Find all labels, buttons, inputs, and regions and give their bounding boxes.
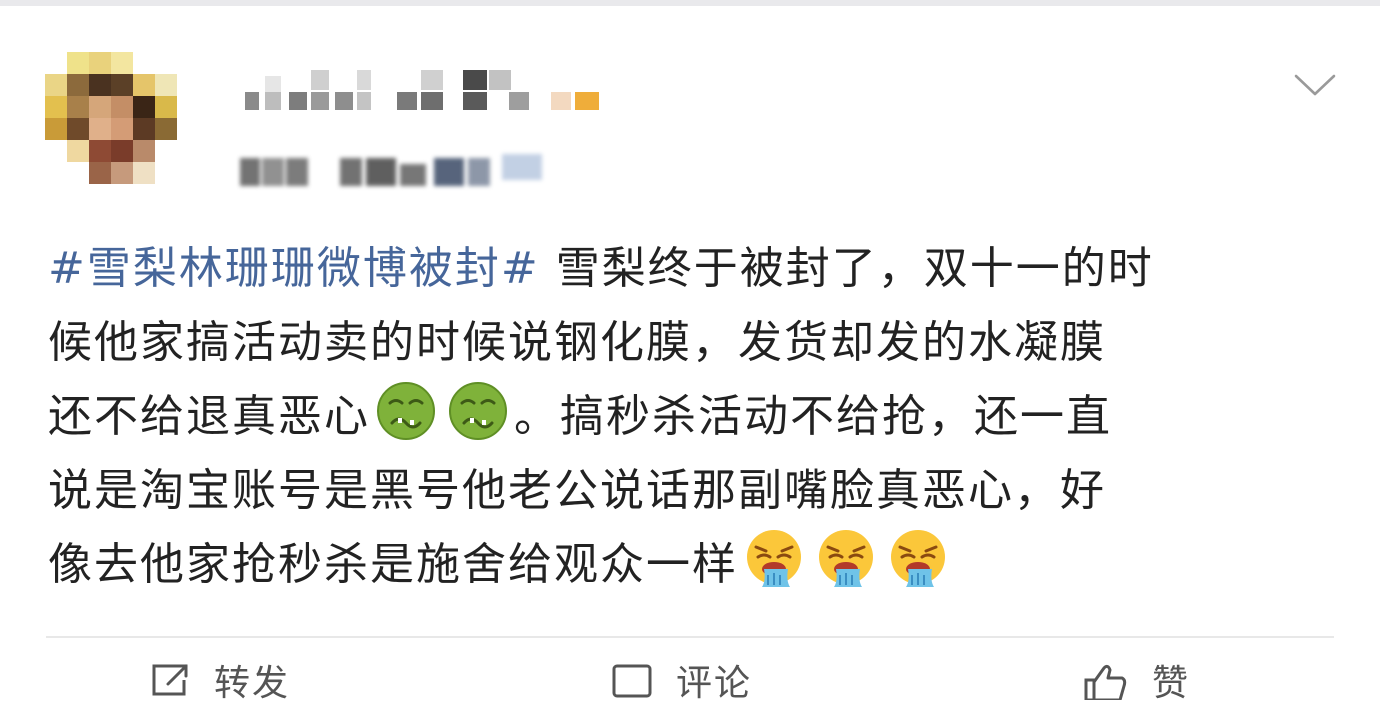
- like-label: 赞: [1152, 663, 1191, 704]
- vomiting-face-emoji-icon: [888, 529, 948, 589]
- username-obscured[interactable]: [245, 66, 605, 112]
- chevron-down-icon[interactable]: [1292, 68, 1338, 102]
- post-text-3a: 还不给退真恶心: [48, 391, 370, 442]
- vomiting-face-emoji-icon: [744, 529, 804, 589]
- thumbs-up-icon: [1080, 660, 1130, 700]
- post-line-5: 像去他家抢秒杀是施舍给观众一样: [48, 528, 1348, 602]
- post-line-3: 还不给退真恶心 。搞秒杀活动不给抢，还一直: [48, 380, 1348, 454]
- avatar[interactable]: [45, 52, 179, 200]
- post-text-5: 像去他家抢秒杀是施舍给观众一样: [48, 539, 738, 590]
- post-body: #雪梨林珊珊微博被封# 雪梨终于被封了，双十一的时 候他家搞活动卖的时候说钢化膜…: [48, 232, 1348, 602]
- post-line-4: 说是淘宝账号是黑号他老公说话那副嘴脸真恶心，好: [48, 465, 1106, 516]
- post-text-3b: 。搞秒杀活动不给抢，还一直: [514, 391, 1112, 442]
- action-bar: 转发 评论 赞: [0, 660, 1380, 704]
- like-button[interactable]: 赞: [1080, 660, 1190, 704]
- repost-button[interactable]: 转发: [148, 660, 290, 704]
- hashtag-link[interactable]: #雪梨林珊珊微博被封#: [48, 243, 540, 294]
- vomiting-face-emoji-icon: [816, 529, 876, 589]
- post-meta-obscured: [240, 150, 560, 192]
- comment-label: 评论: [676, 663, 753, 704]
- nauseated-face-emoji-icon: [448, 381, 508, 441]
- divider: [46, 636, 1334, 638]
- nauseated-face-emoji-icon: [376, 381, 436, 441]
- repost-icon: [148, 660, 192, 700]
- post-line-1: #雪梨林珊珊微博被封# 雪梨终于被封了，双十一的时: [48, 232, 1348, 306]
- post-text-1: 雪梨终于被封了，双十一的时: [539, 243, 1154, 294]
- comment-icon: [610, 660, 654, 700]
- post-line-2: 候他家搞活动卖的时候说钢化膜，发货却发的水凝膜: [48, 317, 1106, 368]
- repost-label: 转发: [214, 663, 291, 704]
- comment-button[interactable]: 评论: [610, 660, 752, 704]
- top-bar: [0, 0, 1380, 6]
